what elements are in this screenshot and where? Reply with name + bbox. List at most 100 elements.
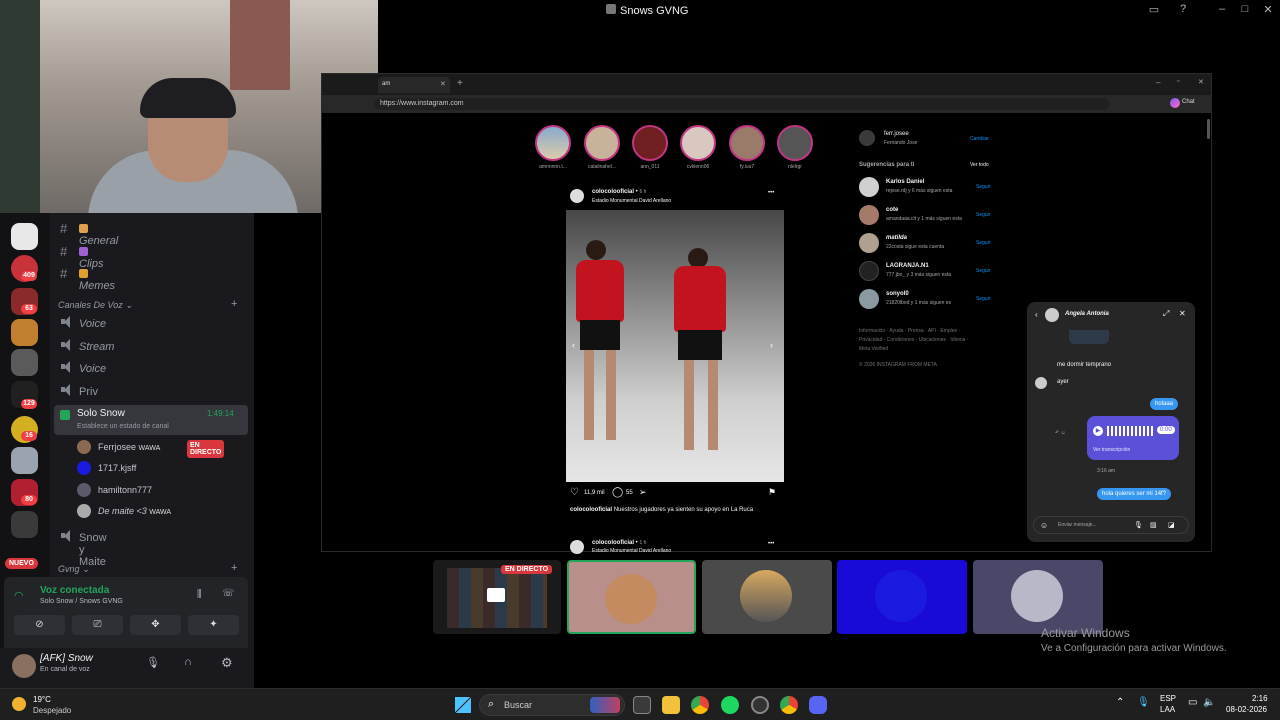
maximize-icon[interactable]: □ — [1237, 3, 1253, 15]
clock-time[interactable]: 2:16 — [1252, 694, 1268, 703]
soundboard-button[interactable]: ✦ — [188, 615, 239, 635]
comment-icon[interactable]: ◯ — [612, 487, 623, 498]
emoji-icon[interactable]: ☺ — [1040, 521, 1048, 530]
category-gvng[interactable]: Gvng ⌄ — [58, 564, 90, 575]
suggestion-name[interactable]: Karlos Daniel — [886, 179, 924, 185]
category-voice[interactable]: Canales De Voz ⌄ — [58, 300, 133, 311]
spotify-icon[interactable] — [721, 696, 739, 714]
suggestion-name[interactable]: LAGRANJA.N1 — [886, 263, 929, 269]
server-icon[interactable] — [11, 511, 38, 538]
dm-contact-name[interactable]: Angela Antonia — [1065, 311, 1109, 317]
task-view-icon[interactable] — [633, 696, 651, 714]
transcript-link[interactable]: Ver transcripción — [1093, 447, 1130, 453]
close-icon[interactable]: ✕ — [1198, 78, 1204, 86]
server-icon[interactable] — [11, 319, 38, 346]
language-indicator[interactable]: ESP — [1160, 694, 1176, 703]
taskbar-search[interactable]: ⌕ Buscar — [479, 694, 625, 716]
server-icon[interactable] — [11, 349, 38, 376]
avatar[interactable] — [570, 189, 584, 203]
new-tab-icon[interactable]: + — [457, 78, 463, 89]
profile-username[interactable]: ferr.josee — [884, 131, 909, 137]
reply-icon[interactable]: ↶ ☺ — [1055, 430, 1066, 436]
post-location[interactable]: Estadio Monumental David Arellano — [592, 198, 671, 204]
more-options-icon[interactable]: ••• — [768, 541, 774, 547]
carousel-prev-icon[interactable]: ‹ — [572, 340, 575, 350]
network-icon[interactable]: ▭ — [1188, 697, 1197, 708]
activities-button[interactable]: ✥ — [130, 615, 181, 635]
footer-links[interactable]: Meta Verified — [859, 346, 888, 352]
avatar[interactable] — [859, 205, 879, 225]
follow-button[interactable]: Seguir — [976, 268, 990, 274]
server-icon[interactable] — [11, 447, 38, 474]
carousel-next-icon[interactable]: › — [770, 340, 773, 350]
suggestion-name[interactable]: sonyol0 — [886, 291, 909, 297]
settings-gear-icon[interactable]: ⚙ — [221, 655, 233, 671]
avatar[interactable] — [12, 654, 36, 678]
chrome-icon[interactable] — [691, 696, 709, 714]
back-icon[interactable]: ‹ — [1035, 310, 1038, 319]
post-username[interactable]: colocolooficial — [592, 189, 634, 195]
chat-button[interactable]: Chat — [1182, 99, 1195, 105]
share-icon[interactable]: ➢ — [639, 487, 647, 498]
url-input[interactable]: https://www.instagram.com — [374, 98, 1109, 110]
footer-links[interactable]: Información · Ayuda · Prensa · API · Emp… — [859, 328, 960, 334]
scrollbar[interactable] — [1207, 119, 1210, 139]
minimize-icon[interactable]: – — [1214, 3, 1230, 15]
avatar[interactable] — [859, 177, 879, 197]
follow-button[interactable]: Seguir — [976, 212, 990, 218]
post-image[interactable]: ‹ › — [566, 210, 784, 482]
file-explorer-icon[interactable] — [662, 696, 680, 714]
audio-message[interactable]: ▶ 0:00 Ver transcripción — [1087, 416, 1179, 460]
stream-tile[interactable] — [837, 560, 967, 634]
weather-icon[interactable] — [12, 697, 26, 711]
story-avatar[interactable] — [632, 125, 668, 161]
stream-tile[interactable] — [567, 560, 696, 634]
more-options-icon[interactable]: ••• — [768, 190, 774, 196]
add-channel-icon[interactable]: + — [231, 562, 237, 574]
discord-icon[interactable] — [809, 696, 827, 714]
avatar[interactable] — [859, 130, 875, 146]
help-icon[interactable]: ? — [1175, 3, 1191, 15]
noise-suppression-icon[interactable]: ⫼ — [197, 589, 202, 600]
avatar[interactable] — [859, 261, 879, 281]
suggestion-name[interactable]: matilda — [886, 235, 907, 241]
tab-close-icon[interactable]: ✕ — [440, 80, 446, 88]
inbox-icon[interactable]: ▭ — [1146, 3, 1162, 16]
tray-overflow-icon[interactable]: ⌃ — [1116, 697, 1124, 708]
shared-media[interactable] — [1069, 330, 1109, 344]
post-location[interactable]: Estadio Monumental David Arellano — [592, 548, 671, 554]
server-icon[interactable] — [11, 223, 38, 250]
weather-text[interactable]: Despejado — [33, 706, 71, 715]
story-avatar[interactable] — [729, 125, 765, 161]
close-icon[interactable]: ✕ — [1260, 3, 1276, 16]
message-input[interactable]: ☺ Enviar mensaje... 🎙 ▨ ◪ — [1033, 516, 1189, 534]
chrome-icon[interactable] — [780, 696, 798, 714]
avatar[interactable] — [859, 289, 879, 309]
maximize-icon[interactable]: ▫ — [1177, 78, 1179, 85]
mic-icon[interactable]: 🎙 — [1137, 697, 1150, 708]
follow-button[interactable]: Seguir — [976, 184, 990, 190]
minimize-icon[interactable]: – — [1156, 78, 1160, 87]
image-icon[interactable]: ▨ — [1150, 521, 1157, 529]
save-icon[interactable]: ⚑ — [768, 487, 776, 498]
avatar[interactable] — [570, 540, 584, 554]
add-channel-icon[interactable]: + — [231, 298, 237, 310]
screen-share-button[interactable]: ⎚ — [72, 615, 123, 635]
play-icon[interactable]: ▶ — [1093, 426, 1103, 436]
disconnect-icon[interactable]: ☏ — [222, 588, 235, 599]
story-avatar[interactable] — [680, 125, 716, 161]
follow-button[interactable]: Seguir — [976, 240, 990, 246]
language-indicator[interactable]: LAA — [1160, 705, 1175, 714]
steam-icon[interactable] — [751, 696, 769, 714]
voice-location[interactable]: Solo Snow / Snows GVNG — [40, 598, 123, 605]
stream-tile[interactable] — [973, 560, 1103, 634]
avatar[interactable] — [859, 233, 879, 253]
story-avatar[interactable] — [584, 125, 620, 161]
mic-icon[interactable]: 🎙 — [146, 656, 160, 669]
stream-tile[interactable]: EN DIRECTO — [433, 560, 561, 634]
volume-icon[interactable]: 🔈 — [1203, 697, 1215, 708]
sticker-icon[interactable]: ◪ — [1168, 521, 1175, 529]
clock-date[interactable]: 08-02-2026 — [1226, 705, 1267, 714]
channel-status[interactable]: Establece un estado de canal — [77, 423, 169, 430]
story-avatar[interactable] — [777, 125, 813, 161]
